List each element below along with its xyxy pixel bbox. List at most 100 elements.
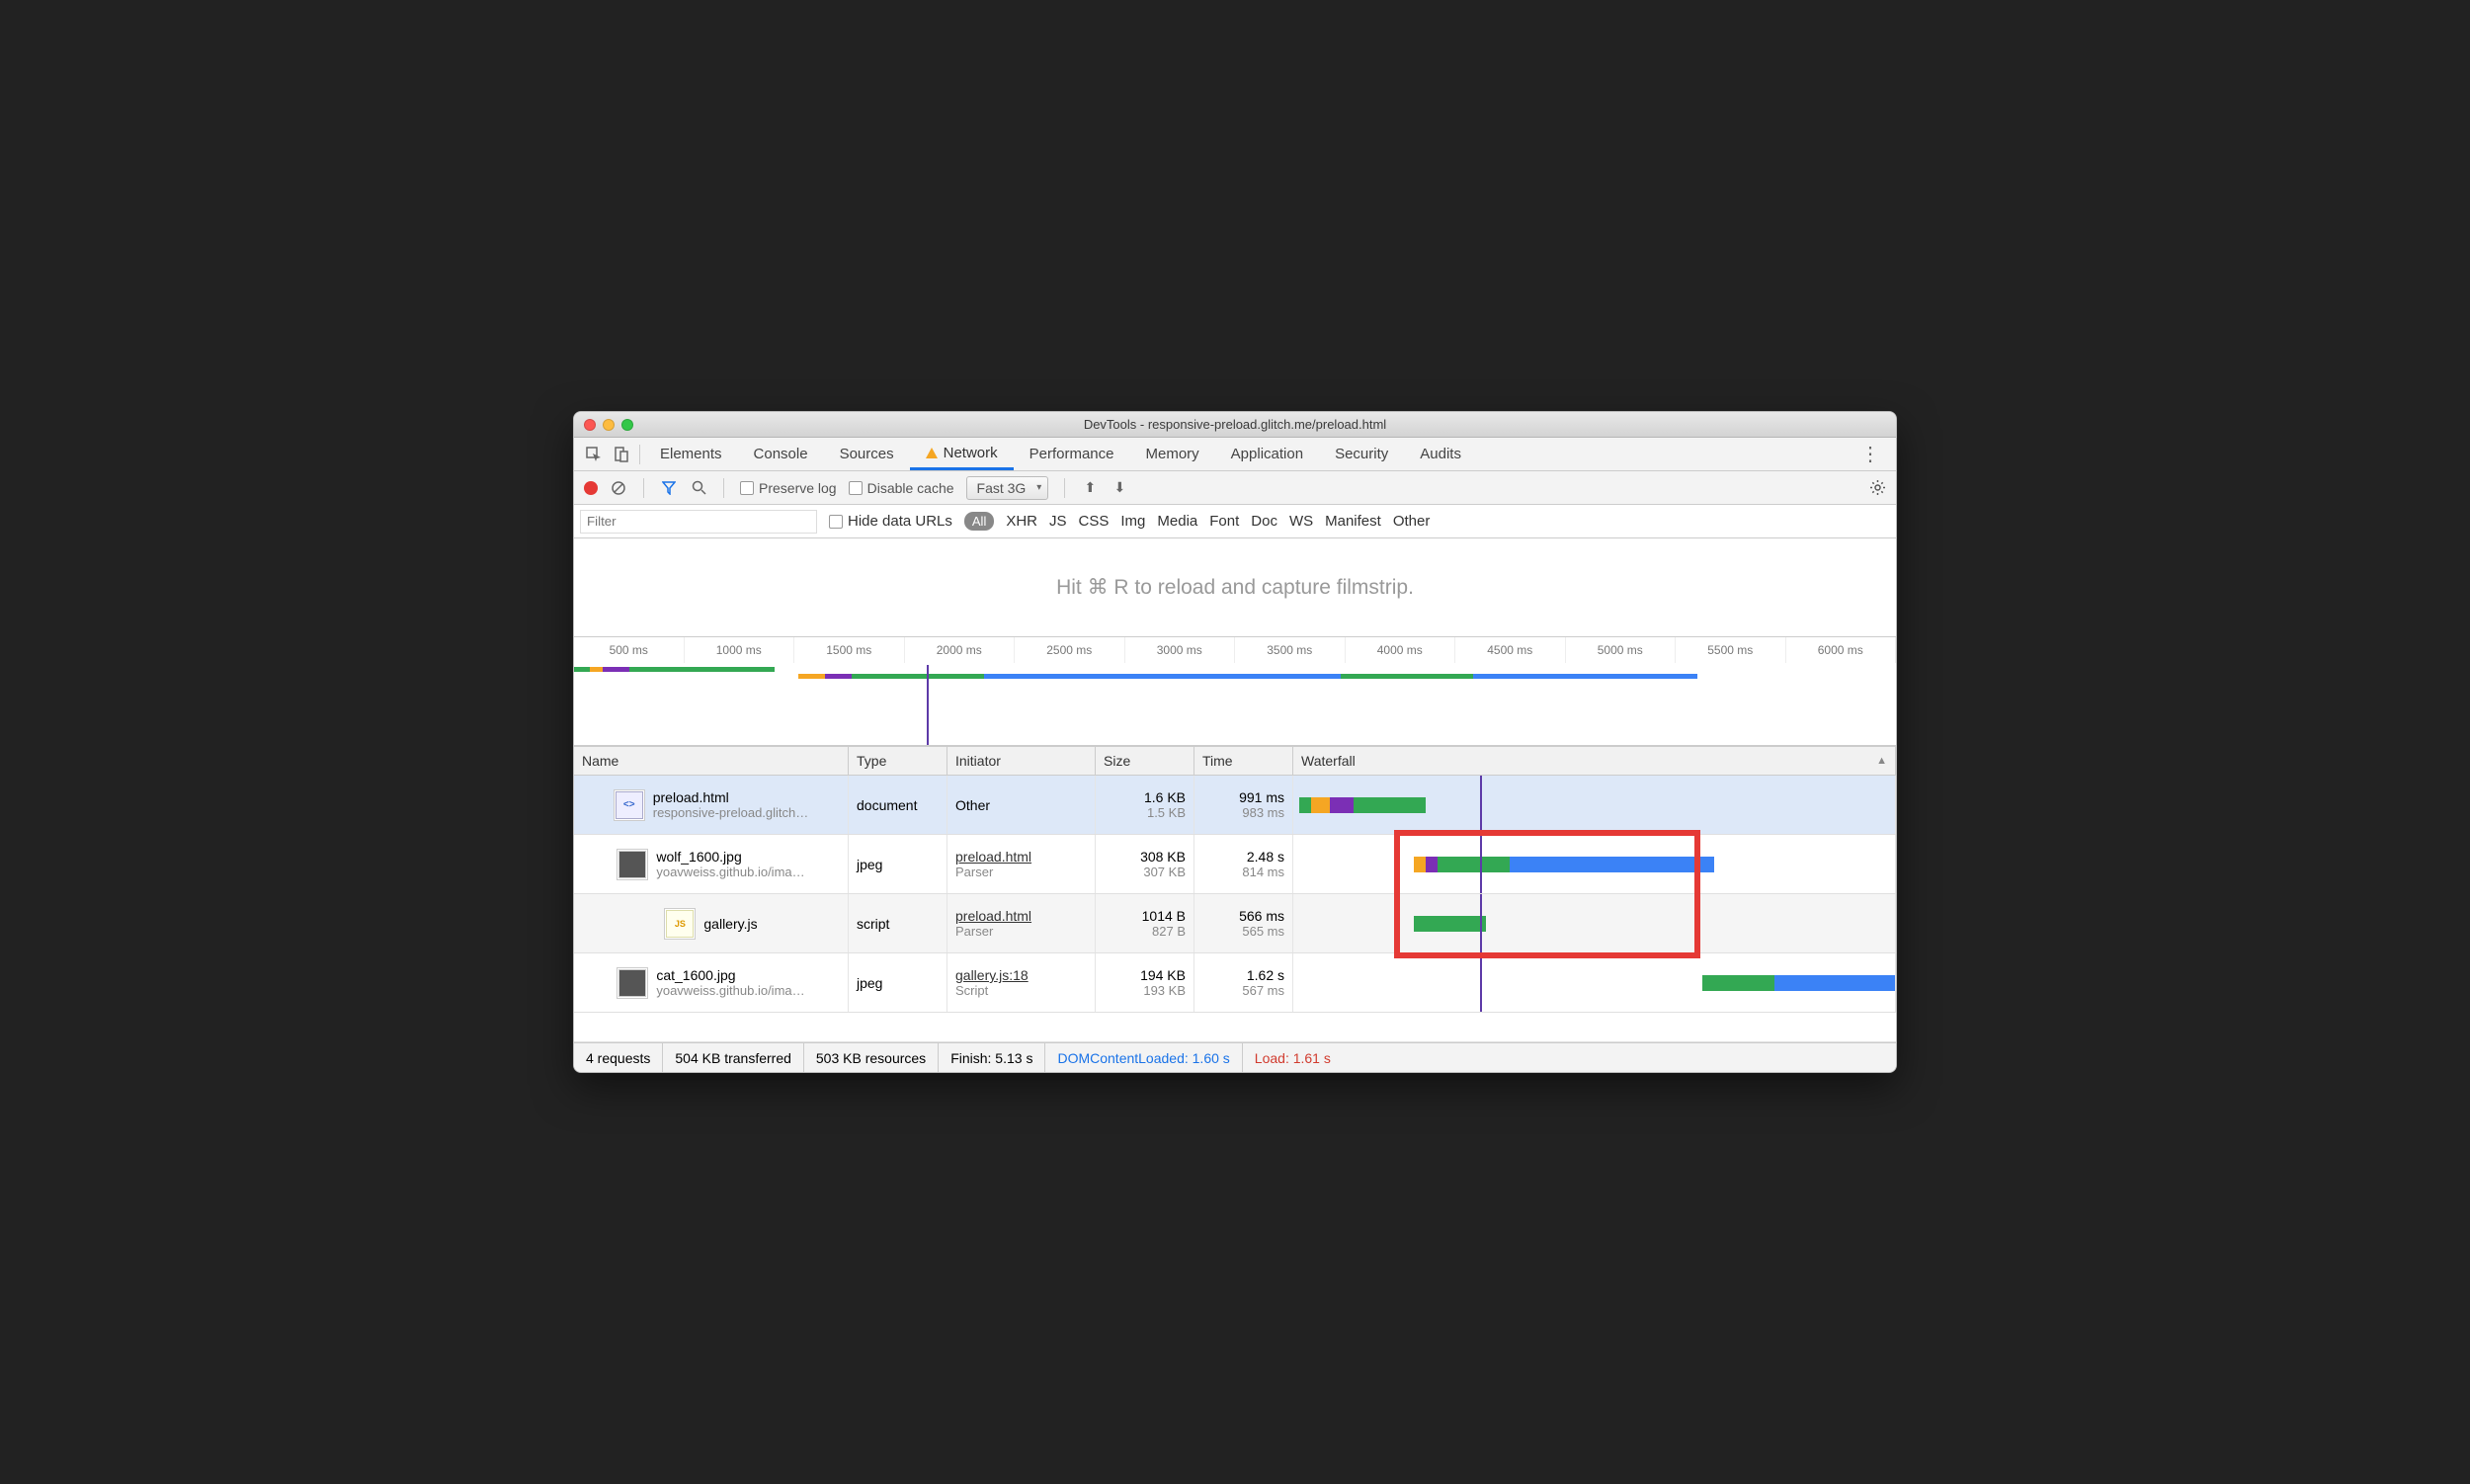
filter-type-other[interactable]: Other: [1393, 513, 1431, 530]
status-requests: 4 requests: [574, 1043, 663, 1072]
tab-console[interactable]: Console: [738, 438, 824, 470]
tab-sources[interactable]: Sources: [824, 438, 910, 470]
highlight-annotation: [1394, 830, 1700, 958]
timeline-tick: 500 ms: [574, 637, 685, 663]
hide-data-urls-checkbox[interactable]: Hide data URLs: [829, 513, 952, 530]
filter-type-img[interactable]: Img: [1120, 513, 1145, 530]
timeline-tick: 5500 ms: [1676, 637, 1786, 663]
request-name: wolf_1600.jpg: [656, 849, 804, 865]
request-size: 1.6 KB: [1144, 789, 1186, 805]
device-toggle-icon[interactable]: [608, 441, 635, 468]
tab-security[interactable]: Security: [1319, 438, 1404, 470]
download-icon[interactable]: ⬇: [1111, 479, 1128, 497]
clear-icon[interactable]: [610, 479, 627, 497]
status-transferred: 504 KB transferred: [663, 1043, 804, 1072]
filter-input[interactable]: [580, 510, 817, 534]
minimize-window-button[interactable]: [603, 419, 615, 431]
filter-type-xhr[interactable]: XHR: [1006, 513, 1037, 530]
status-load: Load: 1.61 s: [1243, 1043, 1343, 1072]
filter-type-media[interactable]: Media: [1157, 513, 1197, 530]
waterfall-bar: [1293, 776, 1895, 834]
tab-memory[interactable]: Memory: [1130, 438, 1215, 470]
request-domain: responsive-preload.glitch…: [653, 805, 809, 820]
request-initiator[interactable]: preload.html: [955, 908, 1087, 924]
request-time: 566 ms: [1239, 908, 1284, 924]
col-waterfall[interactable]: Waterfall: [1293, 747, 1896, 775]
window-controls: [584, 419, 633, 431]
request-size: 1014 B: [1142, 908, 1186, 924]
tab-application[interactable]: Application: [1215, 438, 1319, 470]
img-file-icon: [617, 967, 648, 999]
request-time: 1.62 s: [1247, 967, 1284, 983]
col-time[interactable]: Time: [1194, 747, 1293, 775]
request-name: preload.html: [653, 789, 809, 805]
js-file-icon: JS: [664, 908, 696, 940]
request-name: cat_1600.jpg: [656, 967, 804, 983]
filter-type-ws[interactable]: WS: [1289, 513, 1313, 530]
timeline-tick: 5000 ms: [1566, 637, 1677, 663]
record-button[interactable]: [584, 481, 598, 495]
timeline-tick: 2500 ms: [1015, 637, 1125, 663]
filmstrip-hint: Hit ⌘ R to reload and capture filmstrip.: [574, 538, 1896, 637]
tab-audits[interactable]: Audits: [1404, 438, 1477, 470]
more-menu[interactable]: ⋮: [1851, 442, 1890, 466]
col-size[interactable]: Size: [1096, 747, 1194, 775]
status-finish: Finish: 5.13 s: [939, 1043, 1045, 1072]
dcl-marker: [927, 665, 929, 745]
request-type: jpeg: [849, 953, 947, 1012]
upload-icon[interactable]: ⬆: [1081, 479, 1099, 497]
request-size: 194 KB: [1140, 967, 1186, 983]
status-resources: 503 KB resources: [804, 1043, 939, 1072]
timeline-tick: 3500 ms: [1235, 637, 1346, 663]
search-icon[interactable]: [690, 479, 707, 497]
table-row[interactable]: <> preload.htmlresponsive-preload.glitch……: [574, 776, 1896, 835]
main-tabs: ElementsConsoleSourcesNetworkPerformance…: [574, 438, 1896, 471]
inspect-icon[interactable]: [580, 441, 608, 468]
filter-type-manifest[interactable]: Manifest: [1325, 513, 1381, 530]
request-initiator[interactable]: gallery.js:18: [955, 967, 1087, 983]
warning-icon: [926, 448, 938, 458]
throttling-select[interactable]: Fast 3G: [966, 476, 1049, 500]
filter-type-all[interactable]: All: [964, 512, 994, 531]
request-table: <>preload.htmlresponsive-preload.glitch……: [574, 776, 1896, 1042]
timeline-tick: 4500 ms: [1455, 637, 1566, 663]
request-type: jpeg: [849, 835, 947, 893]
timeline-tick: 4000 ms: [1346, 637, 1456, 663]
settings-icon[interactable]: [1868, 479, 1886, 497]
preserve-log-checkbox[interactable]: Preserve log: [740, 480, 837, 496]
html-file-icon: <>: [614, 789, 645, 821]
img-file-icon: [617, 849, 648, 880]
request-initiator[interactable]: preload.html: [955, 849, 1087, 865]
timeline-overview[interactable]: 500 ms1000 ms1500 ms2000 ms2500 ms3000 m…: [574, 637, 1896, 746]
devtools-window: DevTools - responsive-preload.glitch.me/…: [573, 411, 1897, 1073]
request-initiator: Other: [955, 797, 1087, 813]
disable-cache-checkbox[interactable]: Disable cache: [849, 480, 954, 496]
filter-type-css[interactable]: CSS: [1079, 513, 1110, 530]
zoom-window-button[interactable]: [621, 419, 633, 431]
col-name[interactable]: Name: [574, 747, 849, 775]
request-type: script: [849, 894, 947, 952]
close-window-button[interactable]: [584, 419, 596, 431]
filter-type-doc[interactable]: Doc: [1251, 513, 1277, 530]
filter-icon[interactable]: [660, 479, 678, 497]
request-time: 2.48 s: [1247, 849, 1284, 865]
request-domain: yoavweiss.github.io/ima…: [656, 865, 804, 879]
table-row[interactable]: cat_1600.jpgyoavweiss.github.io/ima…jpeg…: [574, 953, 1896, 1013]
tab-elements[interactable]: Elements: [644, 438, 738, 470]
col-initiator[interactable]: Initiator: [947, 747, 1096, 775]
col-type[interactable]: Type: [849, 747, 947, 775]
filter-type-font[interactable]: Font: [1209, 513, 1239, 530]
request-name: gallery.js: [703, 916, 757, 932]
timeline-tick: 1500 ms: [794, 637, 905, 663]
tab-network[interactable]: Network: [910, 438, 1014, 470]
filter-bar: Hide data URLs All XHR JS CSS Img Media Font Do…: [574, 505, 1896, 538]
tab-performance[interactable]: Performance: [1014, 438, 1130, 470]
titlebar: DevTools - responsive-preload.glitch.me/…: [574, 412, 1896, 438]
table-header: Name Type Initiator Size Time Waterfall: [574, 746, 1896, 776]
filter-type-js[interactable]: JS: [1049, 513, 1067, 530]
timeline-tick: 1000 ms: [685, 637, 795, 663]
timeline-tick: 2000 ms: [905, 637, 1016, 663]
request-time: 991 ms: [1239, 789, 1284, 805]
request-size: 308 KB: [1140, 849, 1186, 865]
window-title: DevTools - responsive-preload.glitch.me/…: [574, 417, 1896, 432]
